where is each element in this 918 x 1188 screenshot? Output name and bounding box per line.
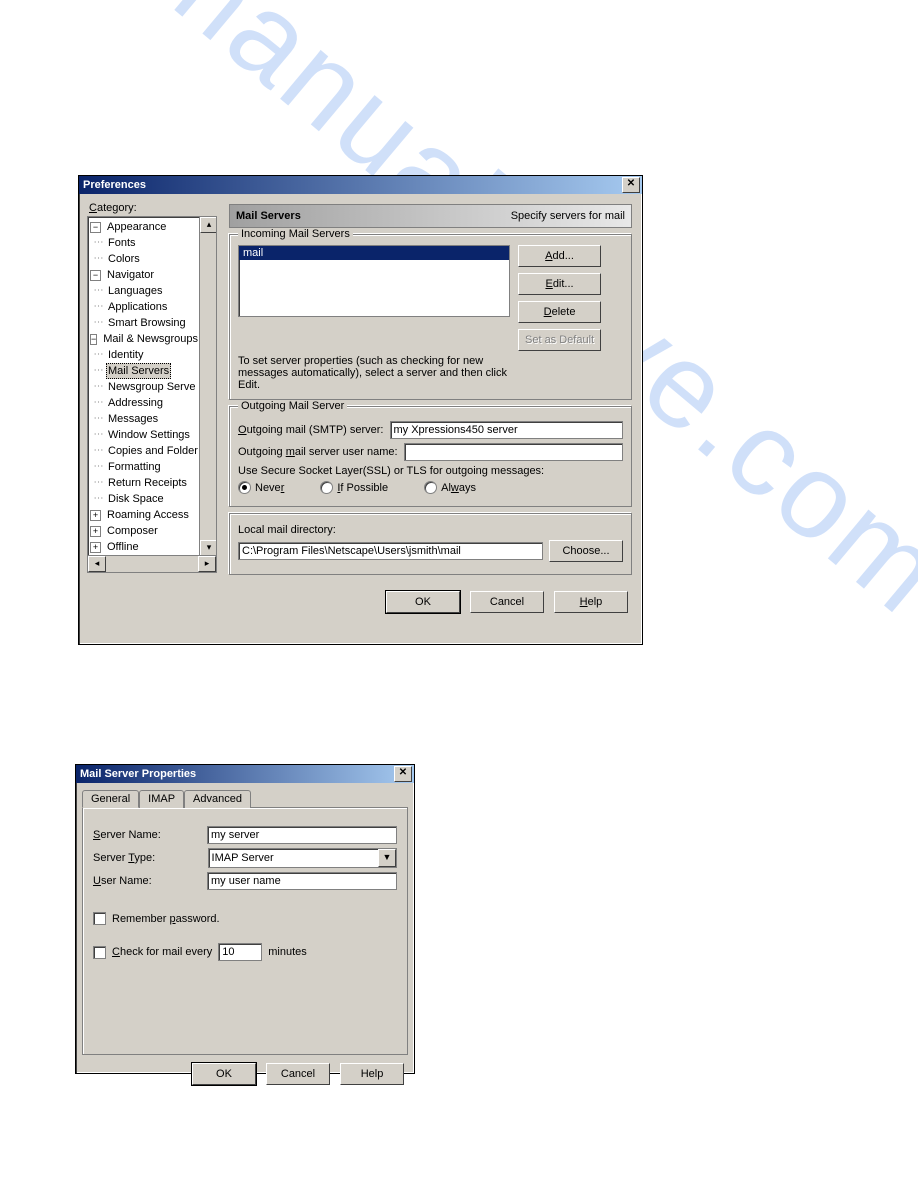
radio-never[interactable]: Never	[238, 481, 284, 494]
add-button[interactable]: Add...	[518, 245, 601, 267]
tab-body: Server Name: Server Type: IMAP Server ▼ …	[82, 807, 408, 1055]
tree-fonts[interactable]: ⋯Fonts	[90, 235, 200, 251]
titlebar: Mail Server Properties ✕	[76, 765, 414, 783]
user-name-label: User Name:	[93, 875, 201, 887]
scroll-down-icon[interactable]: ▾	[200, 540, 217, 556]
tree-roaming[interactable]: +Roaming Access	[90, 507, 200, 523]
server-name-label: Server Name:	[93, 829, 201, 841]
tree-applications[interactable]: ⋯Applications	[90, 299, 200, 315]
incoming-legend: Incoming Mail Servers	[238, 228, 353, 240]
incoming-server-list[interactable]: mail	[238, 245, 510, 317]
tree-window-settings[interactable]: ⋯Window Settings	[90, 427, 200, 443]
scroll-up-icon[interactable]: ▴	[200, 217, 217, 233]
incoming-group: Incoming Mail Servers mail Add... Edit..…	[229, 234, 632, 400]
tree-copies-folders[interactable]: ⋯Copies and Folder	[90, 443, 200, 459]
titlebar: Preferences ✕	[79, 176, 642, 194]
tree-navigator[interactable]: −Navigator	[90, 267, 200, 283]
smtp-label: Outgoing mail (SMTP) server:	[238, 424, 384, 436]
check-interval-input[interactable]	[218, 943, 262, 961]
tree-identity[interactable]: ⋯Identity	[90, 347, 200, 363]
local-dir-group: Local mail directory: Choose...	[229, 513, 632, 575]
user-name-input[interactable]	[207, 872, 397, 890]
tabstrip: General IMAP Advanced	[82, 789, 414, 807]
local-dir-input[interactable]	[238, 542, 543, 560]
ssl-label: Use Secure Socket Layer(SSL) or TLS for …	[238, 465, 623, 477]
ok-button[interactable]: OK	[192, 1063, 256, 1085]
window-title: Mail Server Properties	[80, 768, 196, 780]
help-button[interactable]: Help	[554, 591, 628, 613]
tree-addressing[interactable]: ⋯Addressing	[90, 395, 200, 411]
outgoing-group: Outgoing Mail Server Outgoing mail (SMTP…	[229, 406, 632, 507]
close-icon[interactable]: ✕	[622, 177, 640, 193]
close-icon[interactable]: ✕	[394, 766, 412, 782]
tree-appearance[interactable]: −Appearance	[90, 219, 200, 235]
scroll-left-icon[interactable]: ◂	[88, 556, 106, 572]
preferences-window: Preferences ✕ Category: −Appearance ⋯Fon…	[78, 175, 643, 645]
check-mail-checkbox[interactable]: Check for mail every	[93, 946, 212, 959]
server-name-input[interactable]	[207, 826, 397, 844]
tree-mail-newsgroups[interactable]: −Mail & Newsgroups	[90, 331, 200, 347]
tree-formatting[interactable]: ⋯Formatting	[90, 459, 200, 475]
panel-subtitle: Specify servers for mail	[511, 210, 625, 222]
tab-general[interactable]: General	[82, 790, 139, 808]
choose-button[interactable]: Choose...	[549, 540, 623, 562]
tree-colors[interactable]: ⋯Colors	[90, 251, 200, 267]
tree-smart-browsing[interactable]: ⋯Smart Browsing	[90, 315, 200, 331]
tree-mail-servers[interactable]: ⋯Mail Servers	[90, 363, 200, 379]
tree-scrollbar-horizontal[interactable]: ◂ ▸	[88, 555, 216, 572]
panel-header: Mail Servers Specify servers for mail	[229, 204, 632, 228]
tree-return-receipts[interactable]: ⋯Return Receipts	[90, 475, 200, 491]
window-title: Preferences	[83, 179, 146, 191]
local-dir-label: Local mail directory:	[238, 524, 623, 536]
mail-server-properties-window: Mail Server Properties ✕ General IMAP Ad…	[75, 764, 415, 1074]
remember-password-checkbox[interactable]: Remember password.	[93, 912, 220, 925]
cancel-button[interactable]: Cancel	[470, 591, 544, 613]
smtp-user-input[interactable]	[404, 443, 623, 461]
scroll-right-icon[interactable]: ▸	[198, 556, 216, 572]
minutes-label: minutes	[268, 946, 307, 958]
server-type-select[interactable]: IMAP Server ▼	[208, 848, 397, 868]
tree-messages[interactable]: ⋯Messages	[90, 411, 200, 427]
tab-advanced[interactable]: Advanced	[184, 790, 251, 808]
list-item[interactable]: mail	[239, 246, 509, 260]
chevron-down-icon[interactable]: ▼	[378, 849, 396, 867]
delete-button[interactable]: Delete	[518, 301, 601, 323]
ok-button[interactable]: OK	[386, 591, 460, 613]
tab-imap[interactable]: IMAP	[139, 790, 184, 808]
help-button[interactable]: Help	[340, 1063, 404, 1085]
server-type-label: Server Type:	[93, 852, 202, 864]
edit-button[interactable]: Edit...	[518, 273, 601, 295]
tree-languages[interactable]: ⋯Languages	[90, 283, 200, 299]
tree-disk-space[interactable]: ⋯Disk Space	[90, 491, 200, 507]
radio-if-possible[interactable]: If Possible	[320, 481, 388, 494]
panel-heading: Mail Servers	[236, 210, 301, 222]
cancel-button[interactable]: Cancel	[266, 1063, 330, 1085]
set-default-button: Set as Default	[518, 329, 601, 351]
tree-scrollbar-vertical[interactable]: ▴ ▾	[199, 217, 216, 556]
tree-offline[interactable]: +Offline	[90, 539, 200, 555]
tree-composer[interactable]: +Composer	[90, 523, 200, 539]
category-tree[interactable]: −Appearance ⋯Fonts ⋯Colors −Navigator ⋯L…	[87, 216, 217, 573]
smtp-server-input[interactable]	[390, 421, 624, 439]
radio-always[interactable]: Always	[424, 481, 476, 494]
smtp-user-label: Outgoing mail server user name:	[238, 446, 398, 458]
incoming-hint: To set server properties (such as checki…	[238, 355, 508, 391]
outgoing-legend: Outgoing Mail Server	[238, 400, 347, 412]
tree-newsgroup-servers[interactable]: ⋯Newsgroup Serve	[90, 379, 200, 395]
